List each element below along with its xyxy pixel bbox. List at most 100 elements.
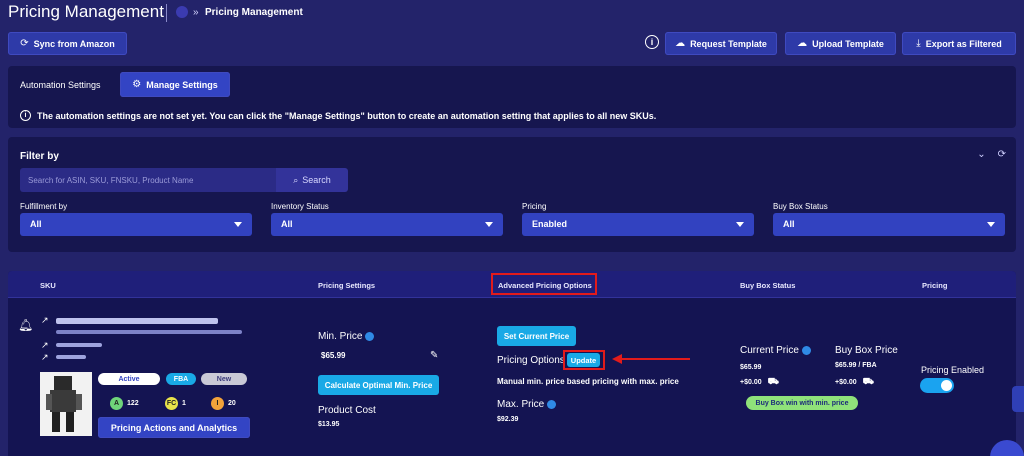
truck-icon: ⛟	[767, 376, 779, 386]
manage-settings-label: Manage Settings	[146, 79, 218, 90]
truck-icon: ⛟	[862, 376, 874, 386]
sync-from-amazon-button[interactable]: ⟳ Sync from Amazon	[8, 32, 127, 55]
caret-down-icon	[234, 222, 242, 227]
export-label: Export as Filtered	[925, 38, 1002, 49]
column-pricing-settings: Pricing Settings	[318, 281, 376, 290]
edit-pencil-icon[interactable]: ✎	[430, 350, 438, 361]
cloud-upload-icon: ☁	[675, 38, 686, 49]
product-name-redacted	[56, 318, 218, 324]
upload-template-button[interactable]: ☁ Upload Template	[785, 32, 896, 55]
breadcrumb-separator: »	[193, 7, 199, 18]
side-panel-tab[interactable]	[1012, 386, 1024, 412]
status-badge-fba: FBA	[166, 373, 196, 385]
manage-settings-button[interactable]: ⚙ Manage Settings	[120, 72, 230, 97]
max-price-value: $92.39	[497, 416, 519, 423]
count-value-fc: 1	[182, 400, 186, 407]
min-price-label: Min. Price	[318, 331, 375, 342]
bell-icon[interactable]: 🔔︎	[18, 318, 33, 332]
help-icon[interactable]	[365, 331, 375, 341]
min-price-value: $65.99	[321, 351, 346, 360]
caret-down-icon	[736, 222, 744, 227]
collapse-chevron-icon[interactable]: ⌄	[977, 149, 985, 160]
pricing-value: Enabled	[532, 219, 568, 229]
refresh-icon[interactable]: ⟳	[998, 149, 1006, 160]
sync-icon: ⟳	[20, 38, 29, 49]
status-badge-active: Active	[98, 373, 160, 385]
gear-icon: ⚙	[132, 79, 142, 90]
home-icon[interactable]	[176, 6, 188, 18]
title-divider	[166, 4, 167, 22]
pricing-table: SKU Pricing Settings Advanced Pricing Op…	[8, 271, 1016, 456]
pricing-enabled-toggle[interactable]	[920, 378, 954, 393]
pricing-enabled-label: Pricing Enabled	[921, 365, 985, 375]
count-value-i: 20	[228, 400, 236, 407]
search-icon: ⌕	[293, 174, 299, 185]
info-icon[interactable]: i	[645, 35, 659, 49]
buy-box-status-value: All	[783, 219, 795, 229]
pricing-actions-button[interactable]: Pricing Actions and Analytics	[98, 417, 250, 438]
download-icon: ⤓	[916, 38, 921, 49]
pricing-options-description: Manual min. price based pricing with max…	[497, 377, 679, 386]
product-subtitle-redacted	[56, 330, 242, 334]
request-template-button[interactable]: ☁ Request Template	[665, 32, 777, 55]
fulfillment-value: All	[30, 219, 42, 229]
caret-down-icon	[987, 222, 995, 227]
fnsku-redacted	[56, 355, 86, 359]
breadcrumb[interactable]: Pricing Management	[205, 7, 303, 18]
status-badge-new: New	[201, 373, 247, 385]
annotation-arrow	[612, 354, 690, 364]
buy-box-price-value: $65.99 / FBA	[835, 362, 877, 369]
filter-label-pricing: Pricing	[522, 202, 547, 211]
automation-panel: Automation Settings ⚙ Manage Settings i …	[8, 66, 1016, 128]
column-sku: SKU	[40, 281, 56, 290]
calculate-optimal-min-price-button[interactable]: Calculate Optimal Min. Price	[318, 375, 439, 395]
pricing-select[interactable]: Enabled	[522, 213, 754, 236]
highlight-update-button	[563, 350, 605, 370]
sync-label: Sync from Amazon	[33, 38, 115, 49]
upload-template-label: Upload Template	[812, 38, 884, 49]
automation-settings-label: Automation Settings	[20, 80, 101, 90]
fulfillment-select[interactable]: All	[20, 213, 252, 236]
search-button[interactable]: ⌕ Search	[276, 168, 348, 192]
buy-box-price-shipping: +$0.00 ⛟	[835, 376, 874, 388]
filter-label-inventory: Inventory Status	[271, 202, 329, 211]
filter-label-buybox: Buy Box Status	[773, 202, 828, 211]
min-price-label-text: Min. Price	[318, 331, 363, 342]
count-badge-fc: FC	[165, 397, 178, 410]
count-badge-i: I	[211, 397, 224, 410]
filter-controls: ⌄ ⟳	[977, 149, 1006, 160]
count-value-a: 122	[127, 400, 139, 407]
product-image	[40, 372, 92, 436]
set-current-price-button[interactable]: Set Current Price	[497, 326, 576, 346]
highlight-advanced-pricing-header	[491, 273, 597, 295]
buy-box-price-label: Buy Box Price	[835, 345, 898, 356]
external-link-icon[interactable]: ↗	[41, 340, 49, 351]
help-icon[interactable]	[547, 399, 557, 409]
search-input[interactable]: Search for ASIN, SKU, FNSKU, Product Nam…	[20, 168, 276, 192]
toggle-knob	[941, 380, 952, 391]
export-filtered-button[interactable]: ⤓ Export as Filtered	[902, 32, 1016, 55]
max-price-label-text: Max. Price	[497, 399, 545, 410]
product-cost-value: $13.95	[318, 421, 340, 428]
external-link-icon[interactable]: ↗	[41, 315, 49, 326]
filter-label-fulfillment: Fulfillment by	[20, 202, 68, 211]
cloud-upload-icon: ☁	[797, 38, 808, 49]
buy-box-status-select[interactable]: All	[773, 213, 1005, 236]
inventory-status-value: All	[281, 219, 293, 229]
search-button-label: Search	[302, 175, 331, 185]
filter-title: Filter by	[20, 151, 59, 162]
current-price-label-text: Current Price	[740, 345, 799, 356]
automation-info: i The automation settings are not set ye…	[20, 110, 656, 121]
top-bar: Pricing Management » Pricing Management	[0, 0, 1024, 28]
product-cost-label: Product Cost	[318, 405, 376, 416]
max-price-label: Max. Price	[497, 399, 557, 410]
current-price-shipping-text: +$0.00	[740, 379, 762, 386]
count-badge-a: A	[110, 397, 123, 410]
external-link-icon[interactable]: ↗	[41, 352, 49, 363]
help-icon[interactable]	[801, 345, 811, 355]
automation-info-text: The automation settings are not set yet.…	[37, 110, 657, 121]
asin-redacted	[56, 343, 102, 347]
buy-box-status-badge: Buy Box win with min. price	[746, 396, 858, 410]
caret-down-icon	[485, 222, 493, 227]
inventory-status-select[interactable]: All	[271, 213, 503, 236]
